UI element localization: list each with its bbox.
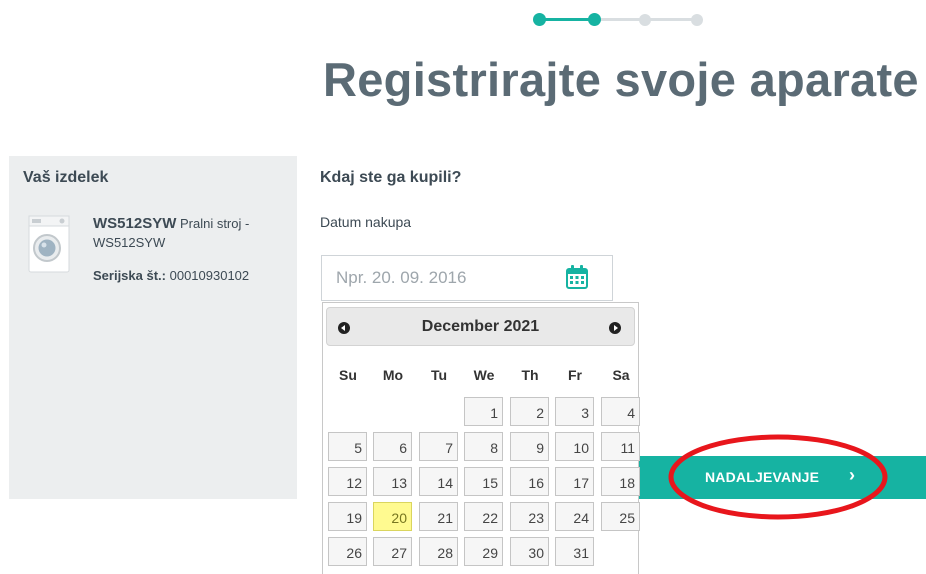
calendar-day[interactable]: 14	[419, 467, 458, 496]
weekday-header: Su	[339, 367, 357, 383]
calendar-day[interactable]: 13	[373, 467, 412, 496]
purchase-date-label: Datum nakupa	[320, 214, 412, 230]
serial-value: 00010930102	[166, 268, 250, 283]
weekday-header: We	[473, 367, 495, 383]
calendar-day[interactable]: 24	[555, 502, 594, 531]
calendar-day[interactable]: 25	[601, 502, 640, 531]
calendar-day[interactable]: 15	[464, 467, 503, 496]
calendar-day[interactable]: 30	[510, 537, 549, 566]
weekday-header: Mo	[382, 367, 404, 383]
datepicker: December 2021 Su Mo Tu We Th Fr Sa 1 2 3 4 5 6 7 8 9 10 1…	[322, 302, 640, 574]
product-panel-title: Vaš izdelek	[23, 169, 109, 186]
weekday-header: Fr	[568, 367, 582, 383]
calendar-day[interactable]: 29	[464, 537, 503, 566]
next-month-icon[interactable]	[609, 322, 621, 334]
calendar-day[interactable]: 27	[373, 537, 412, 566]
weekday-header: Tu	[430, 367, 448, 383]
calendar-day[interactable]: 17	[555, 467, 594, 496]
purchase-date-input[interactable]	[322, 256, 562, 300]
step-4-dot	[691, 14, 703, 26]
calendar-day[interactable]: 19	[328, 502, 367, 531]
annotation-ellipse	[668, 434, 888, 520]
purchase-date-field	[321, 255, 613, 301]
page-title: Registrirajte svoje aparate	[323, 53, 919, 106]
calendar-day[interactable]: 1	[464, 397, 503, 426]
datepicker-header: December 2021	[326, 307, 635, 346]
product-name: WS512SYW Pralni stroj - WS512SYW	[93, 214, 289, 252]
progress-stepper	[533, 11, 705, 27]
weekday-header: Th	[521, 367, 539, 383]
step-3-dot	[639, 14, 651, 26]
calendar-day[interactable]: 4	[601, 397, 640, 426]
calendar-day[interactable]: 6	[373, 432, 412, 461]
calendar-icon[interactable]	[565, 264, 589, 290]
calendar-day[interactable]: 26	[328, 537, 367, 566]
calendar-day[interactable]: 5	[328, 432, 367, 461]
calendar-day[interactable]: 23	[510, 502, 549, 531]
calendar-day[interactable]: 18	[601, 467, 640, 496]
calendar-day[interactable]: 31	[555, 537, 594, 566]
purchase-question: Kdaj ste ga kupili?	[320, 169, 462, 186]
calendar-day[interactable]: 12	[328, 467, 367, 496]
step-2-dot	[588, 13, 601, 26]
product-model: WS512SYW	[93, 215, 177, 232]
step-1-dot	[533, 13, 546, 26]
calendar-day[interactable]: 11	[601, 432, 640, 461]
calendar-day[interactable]: 21	[419, 502, 458, 531]
washing-machine-icon	[28, 215, 70, 273]
calendar-day[interactable]: 20	[373, 502, 412, 531]
datepicker-month-title: December 2021	[421, 318, 540, 335]
serial-number: Serijska št.: 00010930102	[93, 268, 249, 283]
calendar-day[interactable]: 28	[419, 537, 458, 566]
calendar-day[interactable]: 8	[464, 432, 503, 461]
calendar-day[interactable]: 7	[419, 432, 458, 461]
weekday-header: Sa	[612, 367, 630, 383]
calendar-day[interactable]: 2	[510, 397, 549, 426]
calendar-day[interactable]: 9	[510, 432, 549, 461]
calendar-day[interactable]: 3	[555, 397, 594, 426]
product-panel: Vaš izdelek WS512SYW Pralni stroj - WS51…	[9, 156, 297, 499]
serial-label: Serijska št.:	[93, 268, 166, 283]
calendar-day[interactable]: 16	[510, 467, 549, 496]
calendar-day[interactable]: 10	[555, 432, 594, 461]
calendar-day[interactable]: 22	[464, 502, 503, 531]
